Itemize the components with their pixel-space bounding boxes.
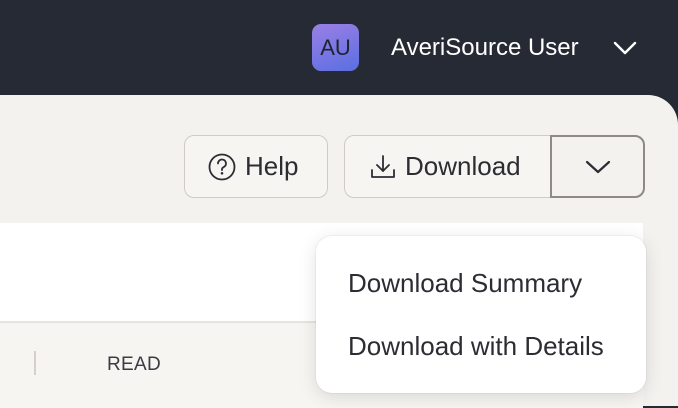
help-icon <box>208 153 236 180</box>
column-header-read[interactable]: READ <box>107 354 161 376</box>
avatar[interactable]: AU <box>312 24 359 71</box>
download-menu: Download Summary Download with Details <box>316 236 646 393</box>
menu-item-download-with-details[interactable]: Download with Details <box>348 331 604 362</box>
download-dropdown-toggle[interactable] <box>550 135 645 198</box>
help-button[interactable]: Help <box>184 135 328 198</box>
top-bar: AU AveriSource User <box>0 0 678 96</box>
chevron-down-icon <box>585 160 610 173</box>
download-button-group: Download <box>344 135 645 198</box>
help-label: Help <box>245 151 299 181</box>
download-label: Download <box>405 151 521 181</box>
user-name[interactable]: AveriSource User <box>391 34 579 62</box>
download-icon <box>371 154 395 178</box>
column-resize-handle[interactable] <box>34 351 36 375</box>
chevron-down-icon[interactable] <box>613 40 637 56</box>
menu-item-download-summary[interactable]: Download Summary <box>348 268 582 299</box>
download-button[interactable]: Download <box>344 135 552 198</box>
